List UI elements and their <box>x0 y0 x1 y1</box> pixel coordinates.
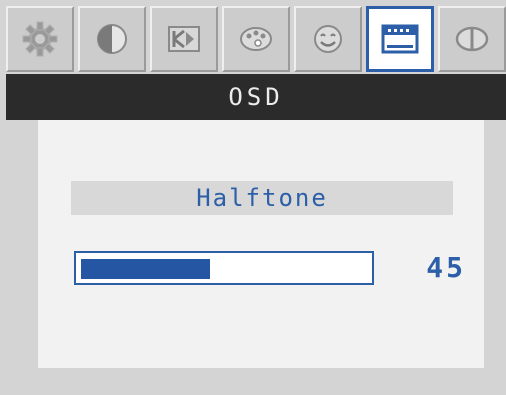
tab-face[interactable] <box>294 6 362 72</box>
tab-strip <box>6 6 506 72</box>
tab-settings[interactable] <box>6 6 74 72</box>
slider-value: 45 <box>426 251 466 284</box>
gear-icon <box>20 19 60 59</box>
setting-label: Halftone <box>196 184 328 212</box>
image-position-icon <box>164 19 204 59</box>
contrast-icon <box>92 19 132 59</box>
settings-panel: Halftone 45 <box>38 120 484 368</box>
tab-color[interactable] <box>222 6 290 72</box>
tab-osd[interactable] <box>366 6 434 72</box>
page-title: OSD <box>228 83 284 111</box>
tab-reset[interactable] <box>438 6 506 72</box>
slider-fill <box>81 259 210 279</box>
osd-window: OSD Halftone 45 <box>0 0 506 395</box>
tab-image-position[interactable] <box>150 6 218 72</box>
tab-contrast[interactable] <box>78 6 146 72</box>
face-icon <box>308 19 348 59</box>
halftone-slider[interactable] <box>74 251 374 285</box>
osd-menu-icon <box>379 19 421 59</box>
setting-label-box: Halftone <box>71 181 453 215</box>
title-bar: OSD <box>6 74 506 120</box>
color-palette-icon <box>236 19 276 59</box>
reset-icon <box>452 19 492 59</box>
